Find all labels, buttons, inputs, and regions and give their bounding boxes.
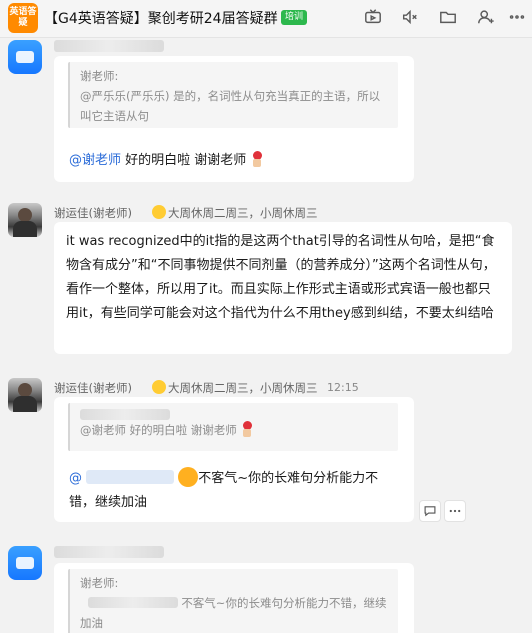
more-icon[interactable] bbox=[506, 6, 528, 28]
quote-sender: 谢老师: bbox=[80, 69, 119, 83]
sender-name[interactable]: 谢运佳(谢老师) bbox=[54, 380, 132, 396]
avatar[interactable] bbox=[8, 203, 42, 237]
mention-name-blurred bbox=[87, 597, 178, 608]
message-bubble[interactable]: it was recognized中的it指的是这两个that引导的名词性从句哈… bbox=[54, 222, 512, 354]
mention-link[interactable]: @ bbox=[69, 471, 82, 486]
sender-name-blurred bbox=[54, 546, 164, 558]
message-body: 好的明白啦 谢谢老师 bbox=[125, 153, 247, 168]
quote-sender: 谢老师: bbox=[80, 576, 119, 590]
sender-name-blurred bbox=[54, 40, 164, 52]
quoted-message[interactable]: @谢老师 好的明白啦 谢谢老师 bbox=[68, 403, 398, 451]
mute-icon[interactable] bbox=[399, 6, 421, 28]
add-user-icon[interactable] bbox=[475, 6, 497, 28]
message-bubble[interactable]: @谢老师 好的明白啦 谢谢老师 @ 不客气~你的长难句分析能力不错，继续加油 bbox=[54, 397, 414, 522]
rose-emoji-icon bbox=[240, 421, 254, 437]
sender-status: 大周休周二周三，小周休周三 bbox=[152, 205, 318, 221]
quoted-message[interactable]: 谢老师: @严乐乐(严乐乐) 是的，名词性从句充当真正的主语，所以叫它主语从句 bbox=[68, 62, 398, 128]
mention-link[interactable]: @谢老师 bbox=[69, 153, 121, 168]
mention-name-blurred bbox=[86, 470, 175, 484]
avatar[interactable] bbox=[8, 546, 42, 580]
quote-sender-blurred bbox=[80, 409, 170, 420]
quoted-message[interactable]: 谢老师: 不客气~你的长难句分析能力不错，继续加油 bbox=[68, 569, 398, 633]
folder-icon[interactable] bbox=[437, 6, 459, 28]
avatar[interactable] bbox=[8, 378, 42, 412]
quote-text: @谢老师 好的明白啦 谢谢老师 bbox=[80, 423, 237, 437]
message-bubble[interactable]: 谢老师: @严乐乐(严乐乐) 是的，名词性从句充当真正的主语，所以叫它主语从句 … bbox=[54, 56, 414, 182]
message-time: 12:15 bbox=[327, 381, 359, 394]
group-avatar[interactable]: 英语答疑 bbox=[8, 3, 38, 33]
message-body: it was recognized中的it指的是这两个that引导的名词性从句哈… bbox=[66, 234, 496, 321]
sender-name[interactable]: 谢运佳(谢老师) bbox=[54, 205, 132, 221]
message-text: @谢老师 好的明白啦 谢谢老师 bbox=[69, 149, 264, 168]
grin-emoji-icon bbox=[178, 467, 199, 487]
message-text: @ 不客气~你的长难句分析能力不错，继续加油 bbox=[69, 467, 404, 515]
rose-emoji-icon bbox=[250, 151, 264, 167]
group-badge: 培训 bbox=[281, 10, 308, 25]
smile-emoji-icon bbox=[152, 380, 166, 394]
reply-button[interactable] bbox=[419, 500, 441, 522]
chat-header: 英语答疑 【G4英语答疑】聚创考研24届答疑群 培训 bbox=[0, 0, 532, 38]
group-title[interactable]: 【G4英语答疑】聚创考研24届答疑群 bbox=[44, 8, 278, 28]
avatar[interactable] bbox=[8, 40, 42, 74]
message-bubble[interactable]: 谢老师: 不客气~你的长难句分析能力不错，继续加油 bbox=[54, 563, 414, 633]
tv-icon[interactable] bbox=[362, 6, 384, 28]
quote-text: @严乐乐(严乐乐) 是的，名词性从句充当真正的主语，所以叫它主语从句 bbox=[80, 89, 381, 123]
more-actions-button[interactable] bbox=[444, 500, 466, 522]
sender-status: 大周休周二周三，小周休周三 bbox=[152, 380, 318, 396]
smile-emoji-icon bbox=[152, 205, 166, 219]
